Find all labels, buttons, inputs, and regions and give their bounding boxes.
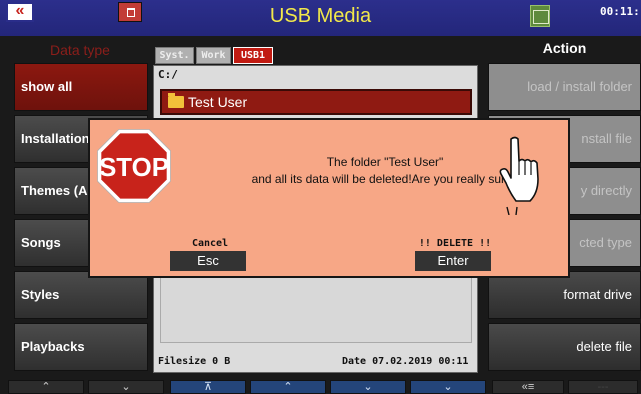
tab-usb1[interactable]: USB1 xyxy=(233,47,273,64)
collapse-list-icon[interactable]: «≡ xyxy=(492,380,564,394)
data-type-styles[interactable]: Styles xyxy=(14,271,148,319)
clock: 00:11: xyxy=(600,5,640,18)
scroll-up-icon[interactable]: ⌃ xyxy=(8,380,84,394)
data-type-header: Data type xyxy=(50,42,110,58)
delete-label: !! DELETE !! xyxy=(418,238,492,249)
enter-button[interactable]: Enter xyxy=(415,251,491,271)
stop-sign-icon: STOP xyxy=(97,129,171,203)
action-header: Action xyxy=(542,40,587,56)
usb-drive-icon xyxy=(530,5,550,27)
blank-icon: --- xyxy=(568,380,638,394)
folder-name: Test User xyxy=(188,94,248,110)
page-top-icon[interactable]: ⊼ xyxy=(170,380,246,394)
tab-syst[interactable]: Syst. xyxy=(155,47,194,64)
filesize-readout: Filesize 0 B xyxy=(158,356,231,367)
date-readout: Date 07.02.2019 00:11 xyxy=(342,356,469,367)
stop-sign-text: STOP xyxy=(99,154,169,182)
list-item[interactable]: Test User xyxy=(160,89,472,115)
page-up-icon[interactable]: ⌃ xyxy=(250,380,326,394)
page-down-icon[interactable]: ⌄ xyxy=(330,380,406,394)
folder-icon xyxy=(168,93,184,108)
esc-button[interactable]: Esc xyxy=(170,251,246,271)
action-format-drive[interactable]: format drive xyxy=(488,271,641,319)
action-load-install-folder[interactable]: load / install folder xyxy=(488,63,641,111)
tab-work[interactable]: Work xyxy=(196,47,231,64)
scroll-down-icon[interactable]: ⌄ xyxy=(88,380,164,394)
cancel-label: Cancel xyxy=(191,238,229,249)
pointing-hand-icon xyxy=(499,136,539,215)
data-type-show-all[interactable]: show all xyxy=(14,63,148,111)
expand-icon[interactable]: ⌄ xyxy=(410,380,486,394)
data-type-playbacks[interactable]: Playbacks xyxy=(14,323,148,371)
action-delete-file[interactable]: delete file xyxy=(488,323,641,371)
current-path: C:/ xyxy=(158,68,178,81)
title-bar: « USB Media 00:11: xyxy=(0,0,641,36)
